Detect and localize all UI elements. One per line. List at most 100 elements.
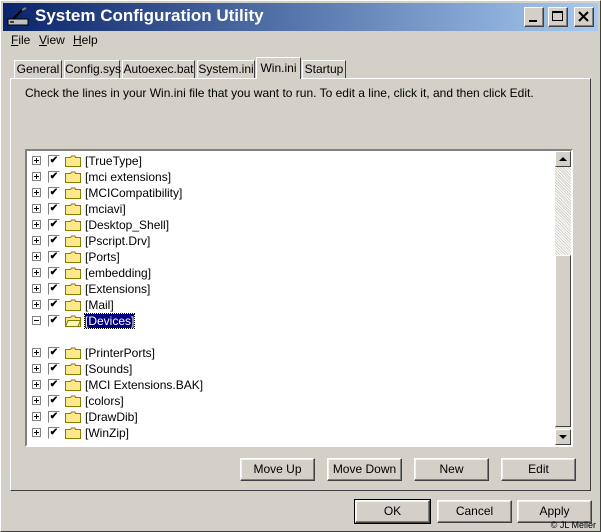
- tree-item-label[interactable]: [mciavi]: [85, 202, 126, 216]
- expand-icon[interactable]: [32, 300, 41, 309]
- row-checkbox[interactable]: ✔: [48, 347, 60, 359]
- tree-row[interactable]: ✔ [embedding]: [27, 265, 552, 281]
- cancel-button[interactable]: Cancel: [437, 500, 512, 523]
- tree-item-label[interactable]: [Mail]: [85, 298, 114, 312]
- tab-autoexec-bat[interactable]: Autoexec.bat: [122, 60, 195, 78]
- tree-row[interactable]: ✔ [Pscript.Drv]: [27, 233, 552, 249]
- expand-icon[interactable]: [32, 380, 41, 389]
- maximize-button[interactable]: [548, 7, 568, 27]
- scroll-thumb[interactable]: [555, 255, 571, 427]
- row-checkbox[interactable]: ✔: [48, 251, 60, 263]
- tree-item-label[interactable]: [Desktop_Shell]: [85, 218, 169, 232]
- tree-row[interactable]: ✔ [colors]: [27, 393, 552, 409]
- menu-view[interactable]: View: [39, 33, 65, 47]
- tab-system-ini[interactable]: System.ini: [197, 60, 255, 78]
- new-button[interactable]: New: [414, 458, 489, 481]
- expand-icon[interactable]: [32, 348, 41, 357]
- folder-icon: [65, 187, 81, 199]
- tab-win-ini[interactable]: Win.ini: [256, 57, 301, 79]
- tree-item-label[interactable]: [DrawDib]: [85, 410, 138, 424]
- tab-startup[interactable]: Startup: [302, 60, 346, 78]
- row-checkbox[interactable]: ✔: [48, 219, 60, 231]
- tree-item-label[interactable]: [embedding]: [85, 266, 151, 280]
- tree-item-label[interactable]: [Devices]: [83, 313, 136, 329]
- collapse-icon[interactable]: [32, 316, 41, 325]
- expand-icon[interactable]: [32, 236, 41, 245]
- tree-row[interactable]: ✔ [Ports]: [27, 249, 552, 265]
- row-checkbox[interactable]: ✔: [48, 395, 60, 407]
- expand-icon[interactable]: [32, 268, 41, 277]
- row-checkbox[interactable]: ✔: [48, 363, 60, 375]
- copyright-text: © JL Meller: [550, 520, 596, 530]
- ok-button[interactable]: OK: [354, 499, 431, 524]
- menu-help-label: elp: [81, 33, 98, 47]
- row-checkbox[interactable]: ✔: [48, 379, 60, 391]
- tree-row[interactable]: ✔ [Devices]: [27, 313, 552, 329]
- menu-file[interactable]: File: [11, 33, 30, 47]
- scroll-up-button[interactable]: [555, 151, 571, 167]
- tree-item-label[interactable]: [Sounds]: [85, 362, 132, 376]
- tree-row[interactable]: ✔ [PrinterPorts]: [27, 345, 552, 361]
- tree-row[interactable]: ✔ [mciavi]: [27, 201, 552, 217]
- tree-row[interactable]: ✔ [MCICompatibility]: [27, 185, 552, 201]
- vertical-scrollbar[interactable]: [555, 151, 571, 445]
- expand-icon[interactable]: [32, 156, 41, 165]
- row-checkbox[interactable]: ✔: [48, 427, 60, 439]
- tree-row[interactable]: ✔ [Mail]: [27, 297, 552, 313]
- expand-icon[interactable]: [32, 396, 41, 405]
- title-bar[interactable]: System Configuration Utility: [3, 3, 598, 31]
- expand-icon[interactable]: [32, 252, 41, 261]
- instructions-text: Check the lines in your Win.ini file tha…: [25, 86, 534, 100]
- system-configuration-icon: [7, 7, 29, 26]
- tab-general[interactable]: General: [14, 60, 62, 78]
- tree-row[interactable]: ✔ [MCI Extensions.BAK]: [27, 377, 552, 393]
- row-checkbox[interactable]: ✔: [48, 235, 60, 247]
- tree-item-label[interactable]: [mci extensions]: [85, 170, 171, 184]
- tree-item-label[interactable]: [WinZip]: [85, 426, 129, 440]
- tree-row[interactable]: ✔ [Sounds]: [27, 361, 552, 377]
- tree-row[interactable]: ✔ [mci extensions]: [27, 169, 552, 185]
- expand-icon[interactable]: [32, 284, 41, 293]
- row-checkbox[interactable]: ✔: [48, 187, 60, 199]
- move-up-button[interactable]: Move Up: [240, 458, 315, 481]
- folder-icon: [65, 347, 81, 359]
- close-button[interactable]: [574, 7, 594, 27]
- expand-icon[interactable]: [32, 220, 41, 229]
- row-checkbox[interactable]: ✔: [48, 155, 60, 167]
- expand-icon[interactable]: [32, 412, 41, 421]
- tree-item-label[interactable]: [Extensions]: [85, 282, 150, 296]
- ini-section-list[interactable]: ✔ [TrueType] ✔ [mci extensions] ✔ [MCICompati…: [25, 149, 573, 447]
- tree-row[interactable]: ✔ [DrawDib]: [27, 409, 552, 425]
- tree-row[interactable]: ✔ [Extensions]: [27, 281, 552, 297]
- scroll-track[interactable]: [555, 167, 571, 255]
- tree-item-label[interactable]: [Pscript.Drv]: [85, 234, 150, 248]
- expand-icon[interactable]: [32, 428, 41, 437]
- move-down-button[interactable]: Move Down: [327, 458, 402, 481]
- tree-item-label[interactable]: [MCI Extensions.BAK]: [85, 378, 203, 392]
- expand-icon[interactable]: [32, 172, 41, 181]
- row-checkbox[interactable]: ✔: [48, 267, 60, 279]
- row-checkbox[interactable]: ✔: [48, 315, 60, 327]
- tree-row[interactable]: ✔ [WinZip]: [27, 425, 552, 441]
- expand-icon[interactable]: [32, 204, 41, 213]
- expand-icon[interactable]: [32, 188, 41, 197]
- row-checkbox[interactable]: ✔: [48, 283, 60, 295]
- tree-item-label[interactable]: [colors]: [85, 394, 124, 408]
- tab-config-sys[interactable]: Config.sys: [64, 60, 121, 78]
- tree-item-label[interactable]: [Ports]: [85, 250, 120, 264]
- close-icon: [578, 11, 589, 22]
- tree-row[interactable]: ✔ [TrueType]: [27, 153, 552, 169]
- row-checkbox[interactable]: ✔: [48, 171, 60, 183]
- row-checkbox[interactable]: ✔: [48, 411, 60, 423]
- row-checkbox[interactable]: ✔: [48, 203, 60, 215]
- expand-icon[interactable]: [32, 364, 41, 373]
- tree-row[interactable]: ✔ [Desktop_Shell]: [27, 217, 552, 233]
- tree-item-label[interactable]: [MCICompatibility]: [85, 186, 182, 200]
- menu-help[interactable]: Help: [73, 33, 98, 47]
- row-checkbox[interactable]: ✔: [48, 299, 60, 311]
- edit-button[interactable]: Edit: [501, 458, 576, 481]
- scroll-down-button[interactable]: [555, 429, 571, 445]
- minimize-button[interactable]: [524, 7, 544, 27]
- tree-item-label[interactable]: [PrinterPorts]: [85, 346, 155, 360]
- tree-item-label[interactable]: [TrueType]: [85, 154, 142, 168]
